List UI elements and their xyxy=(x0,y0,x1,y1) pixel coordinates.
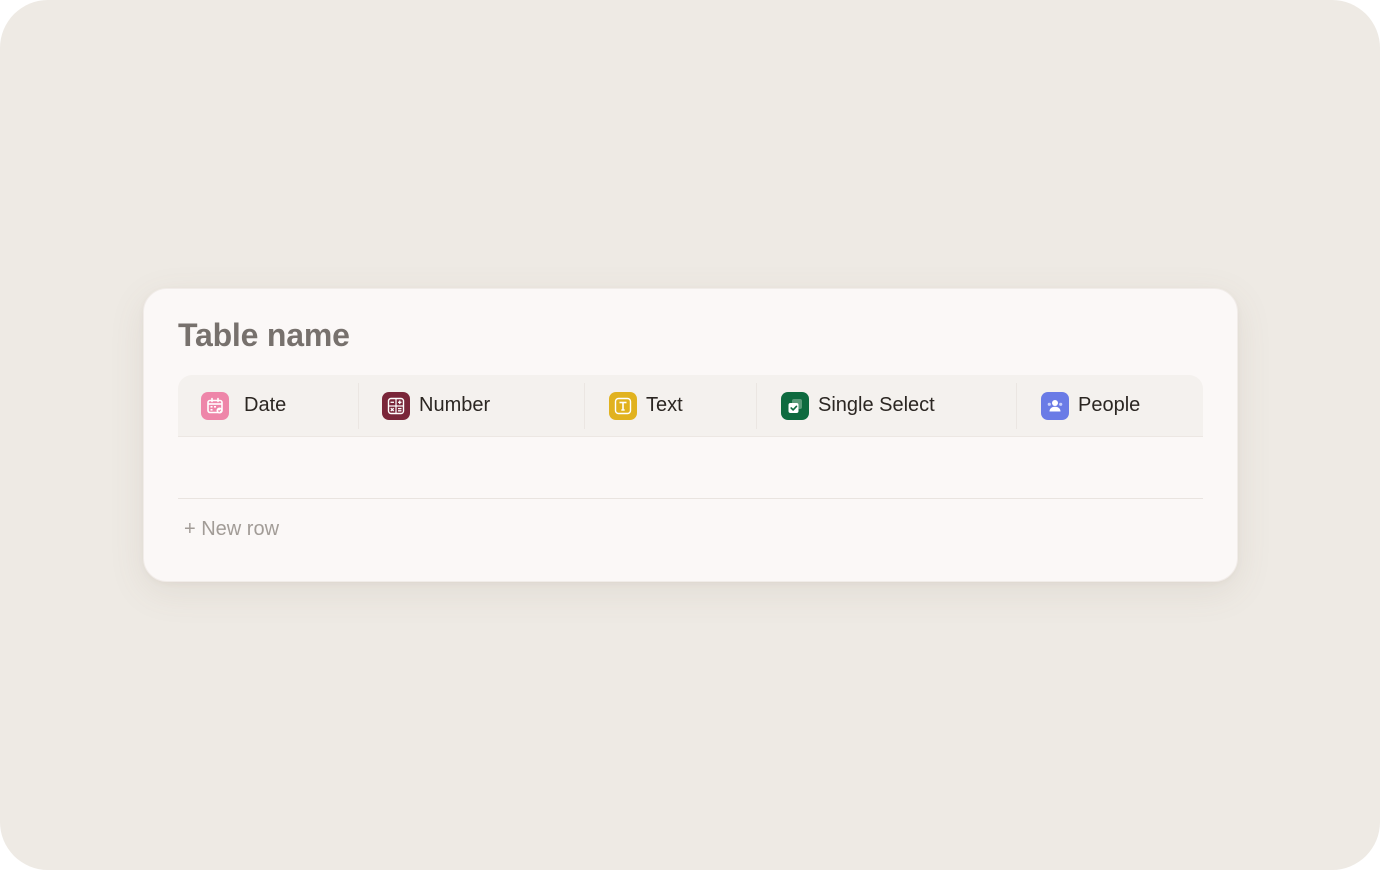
column-header-label: People xyxy=(1078,394,1141,416)
column-header-number[interactable]: Number xyxy=(359,375,584,436)
column-header-people[interactable]: People xyxy=(1017,375,1203,436)
select-check-icon xyxy=(781,391,809,420)
column-header-text[interactable]: Text xyxy=(585,375,756,436)
column-header-label: Text xyxy=(646,394,683,416)
column-header-label: Number xyxy=(419,394,491,416)
table-header-row: Date Number Text Single Select People xyxy=(178,375,1203,437)
canvas-background: Table name Date Number Text Single Selec… xyxy=(0,0,1380,870)
table-title[interactable]: Table name xyxy=(178,317,350,354)
column-header-date[interactable]: Date xyxy=(178,375,358,436)
text-icon xyxy=(609,391,637,420)
table-card: Table name Date Number Text Single Selec… xyxy=(143,288,1238,582)
people-icon xyxy=(1041,391,1069,420)
new-row-button[interactable]: + New row xyxy=(184,518,279,541)
column-header-label: Date xyxy=(244,394,287,416)
column-header-label: Single Select xyxy=(818,394,935,416)
table-row[interactable] xyxy=(178,437,1203,499)
column-header-single-select[interactable]: Single Select xyxy=(757,375,1016,436)
calculator-icon xyxy=(382,391,410,420)
calendar-icon xyxy=(201,391,229,420)
